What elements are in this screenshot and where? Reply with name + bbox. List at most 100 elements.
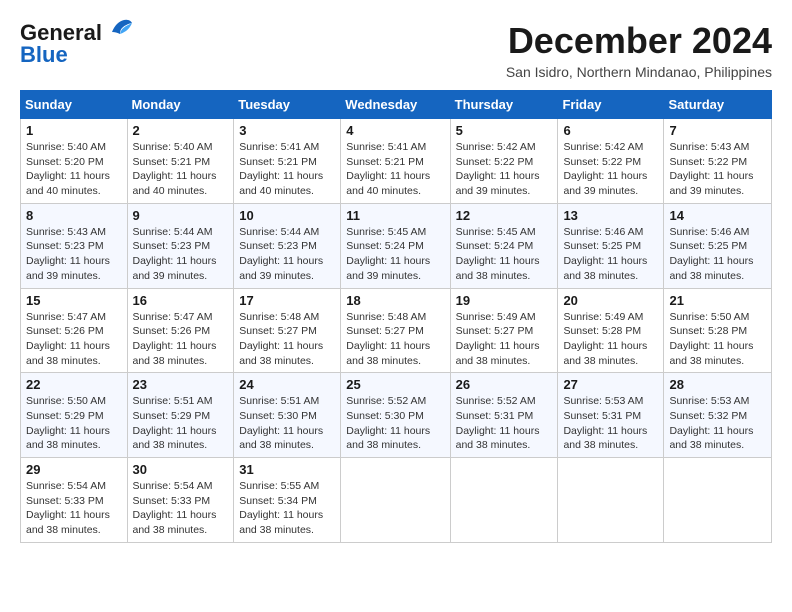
day-number: 26 xyxy=(456,377,553,392)
day-info: Sunrise: 5:52 AM Sunset: 5:31 PM Dayligh… xyxy=(456,394,553,453)
day-number: 27 xyxy=(563,377,658,392)
calendar-cell: 9 Sunrise: 5:44 AM Sunset: 5:23 PM Daylig… xyxy=(127,203,234,288)
calendar-cell: 19 Sunrise: 5:49 AM Sunset: 5:27 PM Dayli… xyxy=(450,288,558,373)
day-info: Sunrise: 5:53 AM Sunset: 5:32 PM Dayligh… xyxy=(669,394,766,453)
day-info: Sunrise: 5:49 AM Sunset: 5:27 PM Dayligh… xyxy=(456,310,553,369)
weekday-sunday: Sunday xyxy=(21,91,128,119)
day-number: 21 xyxy=(669,293,766,308)
day-number: 13 xyxy=(563,208,658,223)
calendar-week-2: 8Sunrise: 5:43 AM Sunset: 5:23 PM Daylig… xyxy=(21,203,772,288)
logo: General Blue xyxy=(20,20,134,68)
day-number: 22 xyxy=(26,377,122,392)
day-number: 1 xyxy=(26,123,122,138)
calendar-cell xyxy=(664,458,772,543)
location: San Isidro, Northern Mindanao, Philippin… xyxy=(506,64,772,80)
weekday-friday: Friday xyxy=(558,91,664,119)
day-info: Sunrise: 5:54 AM Sunset: 5:33 PM Dayligh… xyxy=(133,479,229,538)
day-info: Sunrise: 5:51 AM Sunset: 5:30 PM Dayligh… xyxy=(239,394,335,453)
calendar-week-5: 29 Sunrise: 5:54 AM Sunset: 5:33 PM Dayli… xyxy=(21,458,772,543)
day-number: 14 xyxy=(669,208,766,223)
weekday-thursday: Thursday xyxy=(450,91,558,119)
day-info: Sunrise: 5:46 AM Sunset: 5:25 PM Dayligh… xyxy=(669,225,766,284)
day-number: 19 xyxy=(456,293,553,308)
day-number: 11 xyxy=(346,208,444,223)
calendar-cell: 26 Sunrise: 5:52 AM Sunset: 5:31 PM Dayli… xyxy=(450,373,558,458)
day-info: Sunrise: 5:44 AM Sunset: 5:23 PM Dayligh… xyxy=(133,225,229,284)
day-number: 16 xyxy=(133,293,229,308)
day-info: Sunrise: 5:47 AM Sunset: 5:26 PM Dayligh… xyxy=(26,310,122,369)
title-block: December 2024 San Isidro, Northern Minda… xyxy=(506,20,772,80)
calendar-cell: 2Sunrise: 5:40 AM Sunset: 5:21 PM Daylig… xyxy=(127,119,234,204)
calendar-week-4: 22 Sunrise: 5:50 AM Sunset: 5:29 PM Dayli… xyxy=(21,373,772,458)
calendar-cell: 22 Sunrise: 5:50 AM Sunset: 5:29 PM Dayli… xyxy=(21,373,128,458)
day-info: Sunrise: 5:42 AM Sunset: 5:22 PM Dayligh… xyxy=(563,140,658,199)
calendar-cell: 28Sunrise: 5:53 AM Sunset: 5:32 PM Dayli… xyxy=(664,373,772,458)
calendar-cell: 1Sunrise: 5:40 AM Sunset: 5:20 PM Daylig… xyxy=(21,119,128,204)
day-info: Sunrise: 5:47 AM Sunset: 5:26 PM Dayligh… xyxy=(133,310,229,369)
day-info: Sunrise: 5:49 AM Sunset: 5:28 PM Dayligh… xyxy=(563,310,658,369)
day-info: Sunrise: 5:43 AM Sunset: 5:22 PM Dayligh… xyxy=(669,140,766,199)
calendar-cell: 12 Sunrise: 5:45 AM Sunset: 5:24 PM Dayli… xyxy=(450,203,558,288)
calendar-cell: 27 Sunrise: 5:53 AM Sunset: 5:31 PM Dayli… xyxy=(558,373,664,458)
day-info: Sunrise: 5:48 AM Sunset: 5:27 PM Dayligh… xyxy=(239,310,335,369)
day-info: Sunrise: 5:52 AM Sunset: 5:30 PM Dayligh… xyxy=(346,394,444,453)
weekday-tuesday: Tuesday xyxy=(234,91,341,119)
calendar-cell: 14 Sunrise: 5:46 AM Sunset: 5:25 PM Dayli… xyxy=(664,203,772,288)
weekday-header-row: SundayMondayTuesdayWednesdayThursdayFrid… xyxy=(21,91,772,119)
calendar-cell: 5 Sunrise: 5:42 AM Sunset: 5:22 PM Daylig… xyxy=(450,119,558,204)
calendar-cell: 8Sunrise: 5:43 AM Sunset: 5:23 PM Daylig… xyxy=(21,203,128,288)
day-info: Sunrise: 5:46 AM Sunset: 5:25 PM Dayligh… xyxy=(563,225,658,284)
month-title: December 2024 xyxy=(506,20,772,62)
day-number: 23 xyxy=(133,377,229,392)
day-info: Sunrise: 5:41 AM Sunset: 5:21 PM Dayligh… xyxy=(239,140,335,199)
day-info: Sunrise: 5:41 AM Sunset: 5:21 PM Dayligh… xyxy=(346,140,444,199)
day-info: Sunrise: 5:55 AM Sunset: 5:34 PM Dayligh… xyxy=(239,479,335,538)
calendar-cell: 15 Sunrise: 5:47 AM Sunset: 5:26 PM Dayli… xyxy=(21,288,128,373)
day-number: 3 xyxy=(239,123,335,138)
calendar-table: SundayMondayTuesdayWednesdayThursdayFrid… xyxy=(20,90,772,543)
calendar-cell: 7Sunrise: 5:43 AM Sunset: 5:22 PM Daylig… xyxy=(664,119,772,204)
calendar-cell: 18Sunrise: 5:48 AM Sunset: 5:27 PM Dayli… xyxy=(341,288,450,373)
logo-bird-icon xyxy=(106,18,134,40)
calendar-cell xyxy=(341,458,450,543)
day-info: Sunrise: 5:50 AM Sunset: 5:29 PM Dayligh… xyxy=(26,394,122,453)
day-info: Sunrise: 5:44 AM Sunset: 5:23 PM Dayligh… xyxy=(239,225,335,284)
day-number: 25 xyxy=(346,377,444,392)
day-number: 4 xyxy=(346,123,444,138)
day-number: 29 xyxy=(26,462,122,477)
page-header: General Blue December 2024 San Isidro, N… xyxy=(20,20,772,80)
day-number: 18 xyxy=(346,293,444,308)
calendar-cell: 6 Sunrise: 5:42 AM Sunset: 5:22 PM Daylig… xyxy=(558,119,664,204)
day-info: Sunrise: 5:42 AM Sunset: 5:22 PM Dayligh… xyxy=(456,140,553,199)
calendar-body: 1Sunrise: 5:40 AM Sunset: 5:20 PM Daylig… xyxy=(21,119,772,543)
calendar-cell: 23 Sunrise: 5:51 AM Sunset: 5:29 PM Dayli… xyxy=(127,373,234,458)
weekday-saturday: Saturday xyxy=(664,91,772,119)
day-number: 17 xyxy=(239,293,335,308)
calendar-cell: 25 Sunrise: 5:52 AM Sunset: 5:30 PM Dayli… xyxy=(341,373,450,458)
calendar-cell xyxy=(450,458,558,543)
day-number: 5 xyxy=(456,123,553,138)
day-number: 9 xyxy=(133,208,229,223)
day-info: Sunrise: 5:50 AM Sunset: 5:28 PM Dayligh… xyxy=(669,310,766,369)
calendar-cell: 17 Sunrise: 5:48 AM Sunset: 5:27 PM Dayli… xyxy=(234,288,341,373)
day-info: Sunrise: 5:43 AM Sunset: 5:23 PM Dayligh… xyxy=(26,225,122,284)
calendar-cell xyxy=(558,458,664,543)
day-number: 10 xyxy=(239,208,335,223)
day-number: 12 xyxy=(456,208,553,223)
day-info: Sunrise: 5:45 AM Sunset: 5:24 PM Dayligh… xyxy=(456,225,553,284)
logo-blue: Blue xyxy=(20,42,68,68)
calendar-cell: 24Sunrise: 5:51 AM Sunset: 5:30 PM Dayli… xyxy=(234,373,341,458)
day-info: Sunrise: 5:54 AM Sunset: 5:33 PM Dayligh… xyxy=(26,479,122,538)
calendar-cell: 4 Sunrise: 5:41 AM Sunset: 5:21 PM Daylig… xyxy=(341,119,450,204)
day-number: 15 xyxy=(26,293,122,308)
day-number: 6 xyxy=(563,123,658,138)
calendar-cell: 16 Sunrise: 5:47 AM Sunset: 5:26 PM Dayli… xyxy=(127,288,234,373)
day-info: Sunrise: 5:53 AM Sunset: 5:31 PM Dayligh… xyxy=(563,394,658,453)
day-number: 31 xyxy=(239,462,335,477)
day-info: Sunrise: 5:40 AM Sunset: 5:21 PM Dayligh… xyxy=(133,140,229,199)
calendar-week-1: 1Sunrise: 5:40 AM Sunset: 5:20 PM Daylig… xyxy=(21,119,772,204)
calendar-cell: 20Sunrise: 5:49 AM Sunset: 5:28 PM Dayli… xyxy=(558,288,664,373)
calendar-week-3: 15 Sunrise: 5:47 AM Sunset: 5:26 PM Dayli… xyxy=(21,288,772,373)
calendar-cell: 29 Sunrise: 5:54 AM Sunset: 5:33 PM Dayli… xyxy=(21,458,128,543)
day-info: Sunrise: 5:51 AM Sunset: 5:29 PM Dayligh… xyxy=(133,394,229,453)
